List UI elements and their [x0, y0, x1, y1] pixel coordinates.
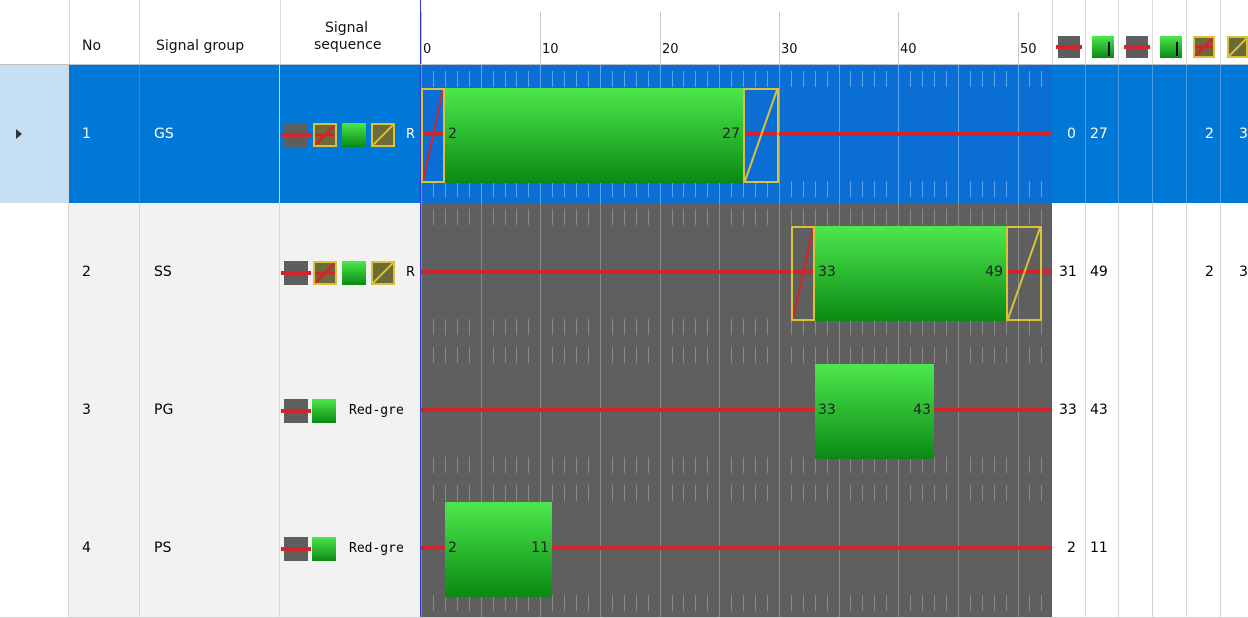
- row-selector[interactable]: [0, 203, 69, 341]
- green-start-label: 33: [818, 263, 836, 280]
- green-phase-block[interactable]: 2 27: [445, 88, 743, 183]
- green-start-label: 2: [448, 125, 457, 142]
- red-phase-icon[interactable]: [1056, 36, 1082, 58]
- row-number: 3: [82, 402, 91, 418]
- header-no[interactable]: No: [82, 38, 101, 54]
- red-amber-duration[interactable]: 2: [1205, 264, 1214, 280]
- amber-icon[interactable]: [1227, 36, 1248, 58]
- signal-group-grid: No Signal group Signal sequence 0 10 20 30 4…: [0, 0, 1248, 618]
- timeline-tick: [540, 12, 541, 64]
- green-phase-block[interactable]: 2 11: [445, 502, 552, 597]
- red-amber-icon: [313, 261, 337, 285]
- red-phase-icon: [281, 123, 311, 147]
- green-end-value[interactable]: 11: [1090, 540, 1108, 556]
- green-phase-icon: [312, 399, 336, 423]
- green-end-label: 43: [913, 401, 931, 418]
- timeline-tick: [898, 12, 899, 64]
- green-phase-icon: [342, 261, 366, 285]
- green-phase-block[interactable]: 33 49: [815, 226, 1006, 321]
- timeline-tick: [779, 12, 780, 64]
- green-start-value[interactable]: 2: [1067, 540, 1076, 556]
- grid-header: No Signal group Signal sequence 0 10 20 30 4…: [0, 0, 1248, 65]
- red-phase-icon-2[interactable]: [1124, 36, 1150, 58]
- green-end-value[interactable]: 43: [1090, 402, 1108, 418]
- red-phase-icon: [281, 537, 311, 561]
- green-start-value[interactable]: 0: [1067, 126, 1076, 142]
- table-row[interactable]: 2 SS R 33 49 31 49 2 3: [0, 203, 1248, 342]
- timeline-cell[interactable]: 33 49: [421, 203, 1052, 341]
- header-signal-group[interactable]: Signal group: [156, 38, 244, 54]
- signal-sequence-label: R: [406, 127, 416, 142]
- row-selector[interactable]: [0, 479, 69, 617]
- table-row[interactable]: 4 PS Red-gre 2 11 2 11: [0, 479, 1248, 618]
- signal-sequence-label: R: [406, 265, 416, 280]
- timeline-tick-label: 40: [900, 42, 917, 57]
- green-start-label: 33: [818, 401, 836, 418]
- green-phase-icon-2[interactable]: [1160, 36, 1182, 58]
- timeline-tick: [1018, 12, 1019, 64]
- amber-duration[interactable]: 3: [1239, 126, 1248, 142]
- green-phase-block[interactable]: 33 43: [815, 364, 934, 459]
- header-signal-sequence-line1[interactable]: Signal: [325, 20, 368, 36]
- row-number: 1: [82, 126, 91, 142]
- red-amber-phase[interactable]: [421, 88, 445, 183]
- row-number: 2: [82, 264, 91, 280]
- timeline-tick-label: 30: [781, 42, 798, 57]
- row-selector[interactable]: [0, 65, 69, 203]
- red-phase-icon: [281, 399, 311, 423]
- green-end-value[interactable]: 49: [1090, 264, 1108, 280]
- green-end-label: 49: [985, 263, 1003, 280]
- red-amber-duration[interactable]: 2: [1205, 126, 1214, 142]
- timeline-tick-label: 10: [542, 42, 559, 57]
- green-start-value[interactable]: 33: [1059, 402, 1077, 418]
- timeline-tick-label: 0: [423, 42, 432, 57]
- amber-duration[interactable]: 3: [1239, 264, 1248, 280]
- signal-sequence-label: Red-gre: [349, 403, 404, 418]
- red-amber-phase[interactable]: [791, 226, 815, 321]
- timeline-tick: [421, 12, 422, 64]
- green-phase-icon[interactable]: [1092, 36, 1114, 58]
- timeline-tick-label: 50: [1020, 42, 1037, 57]
- red-phase-icon: [281, 261, 311, 285]
- timeline-cell[interactable]: 2 27: [421, 65, 1052, 203]
- row-selector[interactable]: [0, 341, 69, 479]
- red-signal-line: [421, 408, 1052, 412]
- green-end-label: 27: [722, 125, 740, 142]
- timeline-tick: [660, 12, 661, 64]
- green-phase-icon: [312, 537, 336, 561]
- red-amber-icon[interactable]: [1193, 36, 1215, 58]
- amber-phase[interactable]: [743, 88, 779, 183]
- timeline-tick-label: 20: [662, 42, 679, 57]
- table-row[interactable]: 3 PG Red-gre 33 43 33 43: [0, 341, 1248, 480]
- green-end-value[interactable]: 27: [1090, 126, 1108, 142]
- signal-group-name: SS: [154, 264, 172, 280]
- amber-icon: [371, 261, 395, 285]
- green-start-label: 2: [448, 539, 457, 556]
- red-amber-icon: [313, 123, 337, 147]
- amber-phase[interactable]: [1006, 226, 1042, 321]
- timeline-cell[interactable]: 2 11: [421, 479, 1052, 617]
- header-signal-sequence-line2: sequence: [314, 37, 382, 53]
- row-number: 4: [82, 540, 91, 556]
- signal-group-name: PS: [154, 540, 172, 556]
- signal-group-name: PG: [154, 402, 174, 418]
- green-start-value[interactable]: 31: [1059, 264, 1077, 280]
- signal-sequence-label: Red-gre: [349, 541, 404, 556]
- green-end-label: 11: [531, 539, 549, 556]
- green-phase-icon: [342, 123, 366, 147]
- timeline-cell[interactable]: 33 43: [421, 341, 1052, 479]
- amber-icon: [371, 123, 395, 147]
- signal-group-name: GS: [154, 126, 174, 142]
- current-row-arrow-icon: [16, 129, 22, 139]
- table-row[interactable]: 1 GS R 2 27 0 27 2 3: [0, 65, 1248, 204]
